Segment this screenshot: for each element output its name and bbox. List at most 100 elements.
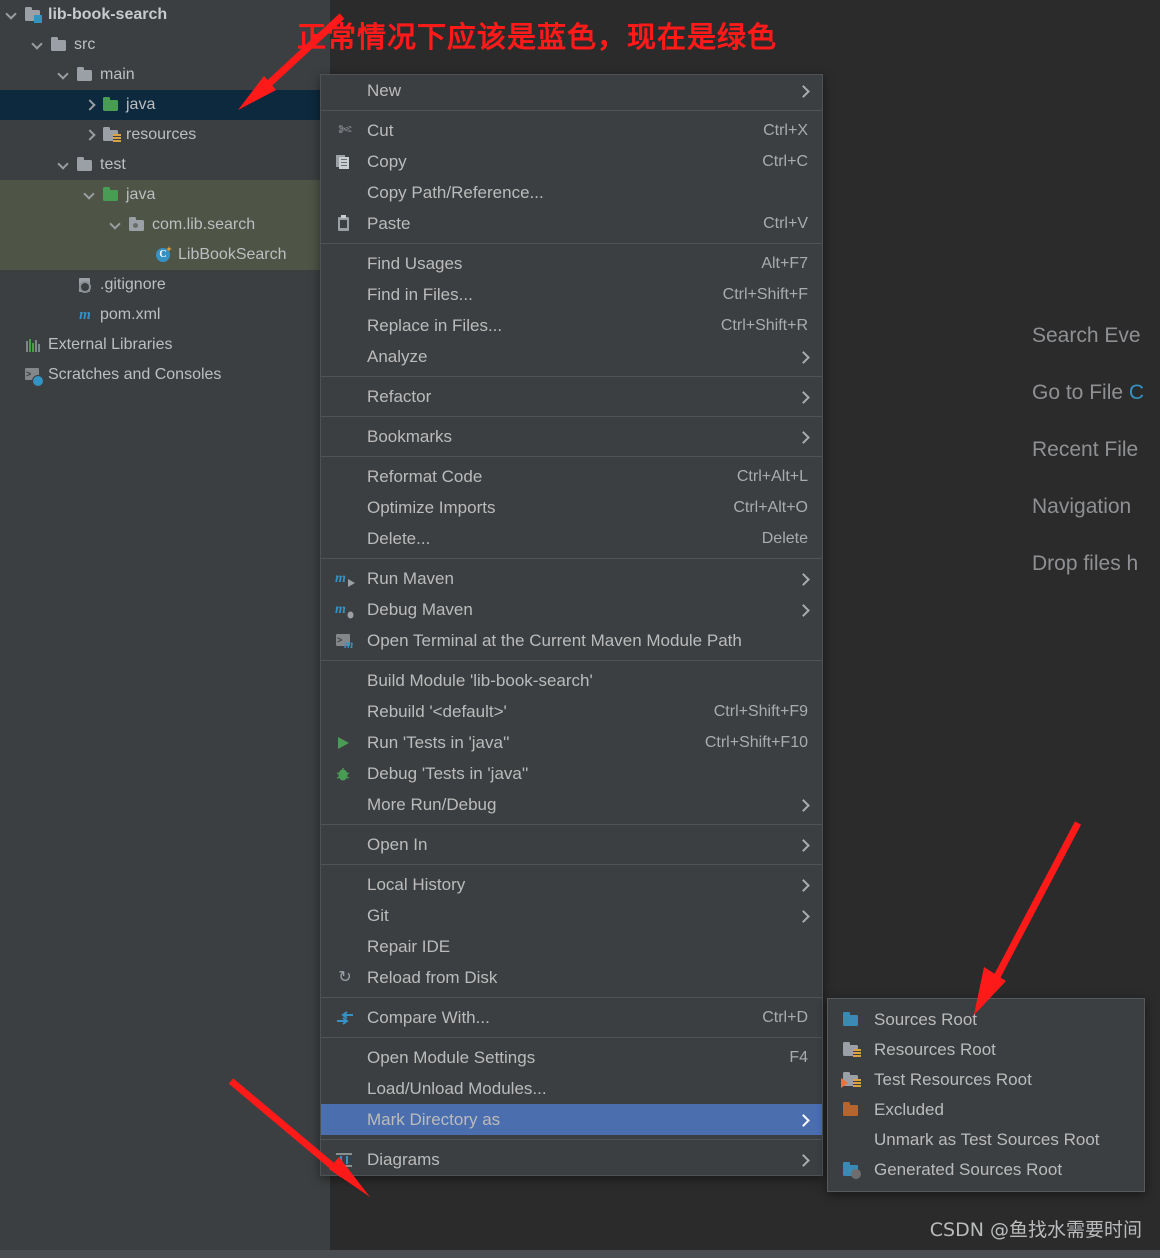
tree-item-com-lib-search[interactable]: com.lib.search xyxy=(0,210,330,240)
hint-shortcut: C xyxy=(1128,381,1145,404)
tree-item--gitignore[interactable]: .gitignore xyxy=(0,270,330,300)
menu-item-replace-in-files[interactable]: Replace in Files... Ctrl+Shift+R xyxy=(321,310,822,341)
chevron-right-icon xyxy=(798,880,808,890)
menu-separator xyxy=(321,1037,822,1038)
chevron-down-icon[interactable] xyxy=(58,70,69,81)
tree-item-pom-xml[interactable]: m pom.xml xyxy=(0,300,330,330)
blank-icon xyxy=(335,938,357,956)
submenu-item-excluded[interactable]: Excluded xyxy=(828,1095,1144,1125)
folder-gray-icon xyxy=(76,66,94,84)
menu-item-label: Replace in Files... xyxy=(367,315,503,335)
menu-item-open-module-settings[interactable]: Open Module Settings F4 xyxy=(321,1042,822,1073)
menu-item-open-terminal-at-the-current-maven-module-path[interactable]: > m Open Terminal at the Current Maven Mod… xyxy=(321,625,822,656)
menu-item-find-usages[interactable]: Find Usages Alt+F7 xyxy=(321,248,822,279)
menu-item-label: Analyze xyxy=(367,346,428,366)
tree-no-toggle xyxy=(58,280,69,291)
menu-item-shortcut: Delete xyxy=(761,529,808,547)
menu-item-run-tests-in-java[interactable]: Run 'Tests in 'java'' Ctrl+Shift+F10 xyxy=(321,727,822,758)
tree-no-toggle xyxy=(136,250,147,261)
menu-item-shortcut: Ctrl+V xyxy=(763,214,808,232)
chevron-right-icon[interactable] xyxy=(84,130,95,141)
chevron-right-icon xyxy=(798,1115,808,1125)
menu-item-analyze[interactable]: Analyze xyxy=(321,341,822,372)
menu-item-paste[interactable]: Paste Ctrl+V xyxy=(321,208,822,239)
menu-item-debug-tests-in-java[interactable]: Debug 'Tests in 'java'' xyxy=(321,758,822,789)
menu-item-reformat-code[interactable]: Reformat Code Ctrl+Alt+L xyxy=(321,461,822,492)
tree-item-external-libraries[interactable]: External Libraries xyxy=(0,330,330,360)
blank-icon xyxy=(335,1049,357,1067)
menu-item-mark-directory-as[interactable]: Mark Directory as xyxy=(321,1104,822,1135)
menu-item-copy-path-reference[interactable]: Copy Path/Reference... xyxy=(321,177,822,208)
chevron-down-icon[interactable] xyxy=(110,220,121,231)
tree-item-label: resources xyxy=(126,126,197,143)
menu-item-shortcut: Ctrl+Shift+F10 xyxy=(704,733,808,751)
chevron-down-icon[interactable] xyxy=(58,160,69,171)
menu-item-refactor[interactable]: Refactor xyxy=(321,381,822,412)
menu-item-label: Copy Path/Reference... xyxy=(367,182,544,202)
menu-item-git[interactable]: Git xyxy=(321,900,822,931)
editor-hint-navigation: Navigation xyxy=(1032,496,1160,517)
submenu-item-generated-sources-root[interactable]: Generated Sources Root xyxy=(828,1155,1144,1185)
tree-item-label: External Libraries xyxy=(48,336,173,353)
chevron-right-icon[interactable] xyxy=(84,100,95,111)
bottom-status-bar xyxy=(0,1250,1160,1258)
submenu-item-resources-root[interactable]: Resources Root xyxy=(828,1035,1144,1065)
submenu-item-label: Generated Sources Root xyxy=(874,1160,1063,1179)
menu-item-find-in-files[interactable]: Find in Files... Ctrl+Shift+F xyxy=(321,279,822,310)
menu-item-label: Local History xyxy=(367,874,466,894)
tree-item-libbooksearch[interactable]: C LibBookSearch xyxy=(0,240,330,270)
project-tool-window[interactable]: lib-book-search src main java resources test j… xyxy=(0,0,330,1258)
tree-item-label: src xyxy=(74,36,96,53)
menu-item-delete[interactable]: Delete... Delete xyxy=(321,523,822,554)
submenu-item-test-resources-root[interactable]: Test Resources Root xyxy=(828,1065,1144,1095)
menu-item-local-history[interactable]: Local History xyxy=(321,869,822,900)
menu-item-label: Refactor xyxy=(367,386,432,406)
mark-directory-as-submenu[interactable]: Sources Root Resources Root Test Resources… xyxy=(827,998,1145,1192)
menu-item-open-in[interactable]: Open In xyxy=(321,829,822,860)
submenu-item-unmark-as-test-sources-root[interactable]: Unmark as Test Sources Root xyxy=(828,1125,1144,1155)
menu-item-reload-from-disk[interactable]: ↻ Reload from Disk xyxy=(321,962,822,993)
tree-item-scratches-and-consoles[interactable]: > Scratches and Consoles xyxy=(0,360,330,390)
chevron-down-icon[interactable] xyxy=(84,190,95,201)
menu-item-more-run-debug[interactable]: More Run/Debug xyxy=(321,789,822,820)
menu-item-cut[interactable]: ✄ Cut Ctrl+X xyxy=(321,115,822,146)
project-context-menu[interactable]: New ✄ Cut Ctrl+X Copy Ctrl+C Copy Path/Referen… xyxy=(320,74,823,1176)
menu-item-label: Open Terminal at the Current Maven Modul… xyxy=(367,630,742,650)
menu-item-label: Open In xyxy=(367,834,428,854)
menu-item-bookmarks[interactable]: Bookmarks xyxy=(321,421,822,452)
chevron-down-icon[interactable] xyxy=(32,40,43,51)
submenu-item-label: Test Resources Root xyxy=(874,1070,1032,1089)
menu-item-repair-ide[interactable]: Repair IDE xyxy=(321,931,822,962)
menu-item-label: Git xyxy=(367,905,389,925)
menu-item-run-maven[interactable]: m Run Maven xyxy=(321,563,822,594)
menu-item-rebuild-default[interactable]: Rebuild '<default>' Ctrl+Shift+F9 xyxy=(321,696,822,727)
chevron-right-icon xyxy=(798,574,808,584)
chevron-down-icon[interactable] xyxy=(6,10,17,21)
menu-separator xyxy=(321,456,822,457)
chevron-right-icon xyxy=(798,605,808,615)
menu-item-debug-maven[interactable]: m Debug Maven xyxy=(321,594,822,625)
menu-item-load-unload-modules[interactable]: Load/Unload Modules... xyxy=(321,1073,822,1104)
menu-item-compare-with[interactable]: Compare With... Ctrl+D xyxy=(321,1002,822,1033)
libraries-icon xyxy=(24,336,42,354)
menu-item-label: Build Module 'lib-book-search' xyxy=(367,670,593,690)
annotation-note-blue-vs-green: 正常情况下应该是蓝色，现在是绿色 xyxy=(297,20,778,54)
menu-item-build-module-lib-book-search[interactable]: Build Module 'lib-book-search' xyxy=(321,665,822,696)
blank-icon xyxy=(335,184,357,202)
folder-resources-icon xyxy=(842,1041,864,1059)
tree-item-test[interactable]: test xyxy=(0,150,330,180)
menu-item-diagrams[interactable]: Diagrams xyxy=(321,1144,822,1175)
blank-icon xyxy=(335,672,357,690)
menu-item-copy[interactable]: Copy Ctrl+C xyxy=(321,146,822,177)
package-icon xyxy=(128,216,146,234)
menu-item-new[interactable]: New xyxy=(321,75,822,106)
run-icon xyxy=(335,734,357,752)
tree-item-resources[interactable]: resources xyxy=(0,120,330,150)
editor-hint-search-everywhere: Search Eve xyxy=(1032,325,1160,346)
menu-item-label: Repair IDE xyxy=(367,936,451,956)
blank-icon xyxy=(335,255,357,273)
menu-separator xyxy=(321,1139,822,1140)
menu-item-optimize-imports[interactable]: Optimize Imports Ctrl+Alt+O xyxy=(321,492,822,523)
tree-item-java[interactable]: java xyxy=(0,180,330,210)
tree-item-label: test xyxy=(100,156,126,173)
